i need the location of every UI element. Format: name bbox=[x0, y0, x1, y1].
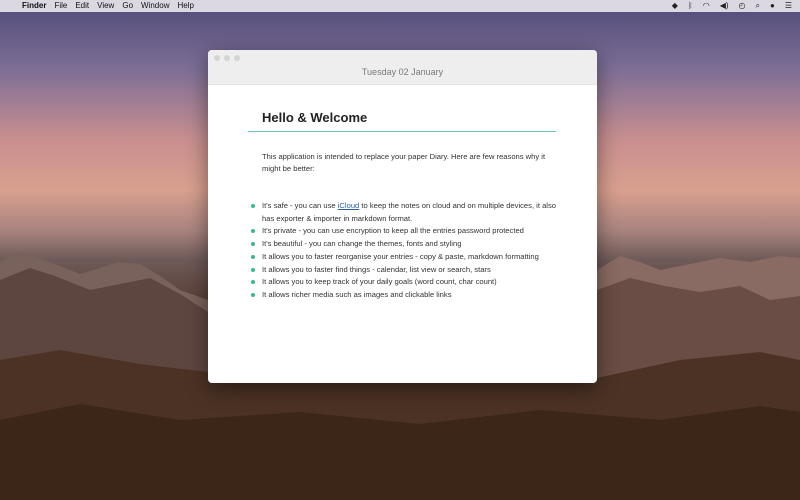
notification-center-icon[interactable]: ☰ bbox=[785, 0, 792, 12]
list-item: It allows you to faster find things - ca… bbox=[248, 264, 556, 277]
bullet-icon bbox=[251, 242, 255, 247]
icloud-link[interactable]: iCloud bbox=[338, 201, 360, 210]
bullet-icon bbox=[251, 267, 255, 272]
entry-title[interactable]: Hello & Welcome bbox=[248, 110, 556, 132]
zoom-button[interactable] bbox=[234, 55, 240, 61]
menu-go[interactable]: Go bbox=[122, 0, 141, 12]
list-item: It's safe - you can use iCloud to keep t… bbox=[248, 200, 556, 225]
siri-icon[interactable]: ● bbox=[770, 0, 775, 12]
feature-list: It's safe - you can use iCloud to keep t… bbox=[248, 200, 556, 302]
window-titlebar[interactable]: Tuesday 02 January bbox=[208, 50, 597, 85]
wifi-icon[interactable]: ◠ bbox=[703, 0, 710, 12]
dropbox-icon[interactable]: ◆ bbox=[672, 0, 678, 12]
list-item: It's private - you can use encryption to… bbox=[248, 225, 556, 238]
bluetooth-icon[interactable]: ᛒ bbox=[688, 0, 693, 12]
close-button[interactable] bbox=[214, 55, 220, 61]
minimize-button[interactable] bbox=[224, 55, 230, 61]
menu-view[interactable]: View bbox=[97, 0, 122, 12]
entry-date[interactable]: Tuesday 02 January bbox=[208, 67, 597, 77]
time-machine-icon[interactable]: ◴ bbox=[739, 0, 746, 12]
volume-icon[interactable]: ◀) bbox=[720, 0, 729, 12]
entry-intro: This application is intended to replace … bbox=[262, 152, 546, 173]
menu-app-name[interactable]: Finder bbox=[22, 0, 54, 12]
bullet-icon bbox=[251, 254, 255, 259]
menu-window[interactable]: Window bbox=[141, 0, 177, 12]
menu-bar: Finder File Edit View Go Window Help ◆ ᛒ… bbox=[0, 0, 800, 12]
bullet-icon bbox=[251, 229, 255, 234]
menu-help[interactable]: Help bbox=[177, 0, 201, 12]
menu-file[interactable]: File bbox=[54, 0, 75, 12]
bullet-icon bbox=[251, 292, 255, 297]
diary-window: Tuesday 02 January Hello & Welcome This … bbox=[208, 50, 597, 383]
list-item: It allows richer media such as images an… bbox=[248, 289, 556, 302]
bullet-icon bbox=[251, 204, 255, 208]
bullet-icon bbox=[251, 280, 255, 285]
menu-edit[interactable]: Edit bbox=[75, 0, 97, 12]
search-icon[interactable]: ⌕ bbox=[756, 0, 760, 12]
entry-editor[interactable]: Hello & Welcome This application is inte… bbox=[248, 110, 556, 302]
list-item: It allows you to faster reorganise your … bbox=[248, 251, 556, 264]
list-item: It allows you to keep track of your dail… bbox=[248, 276, 556, 289]
list-item: It's beautiful - you can change the them… bbox=[248, 238, 556, 251]
